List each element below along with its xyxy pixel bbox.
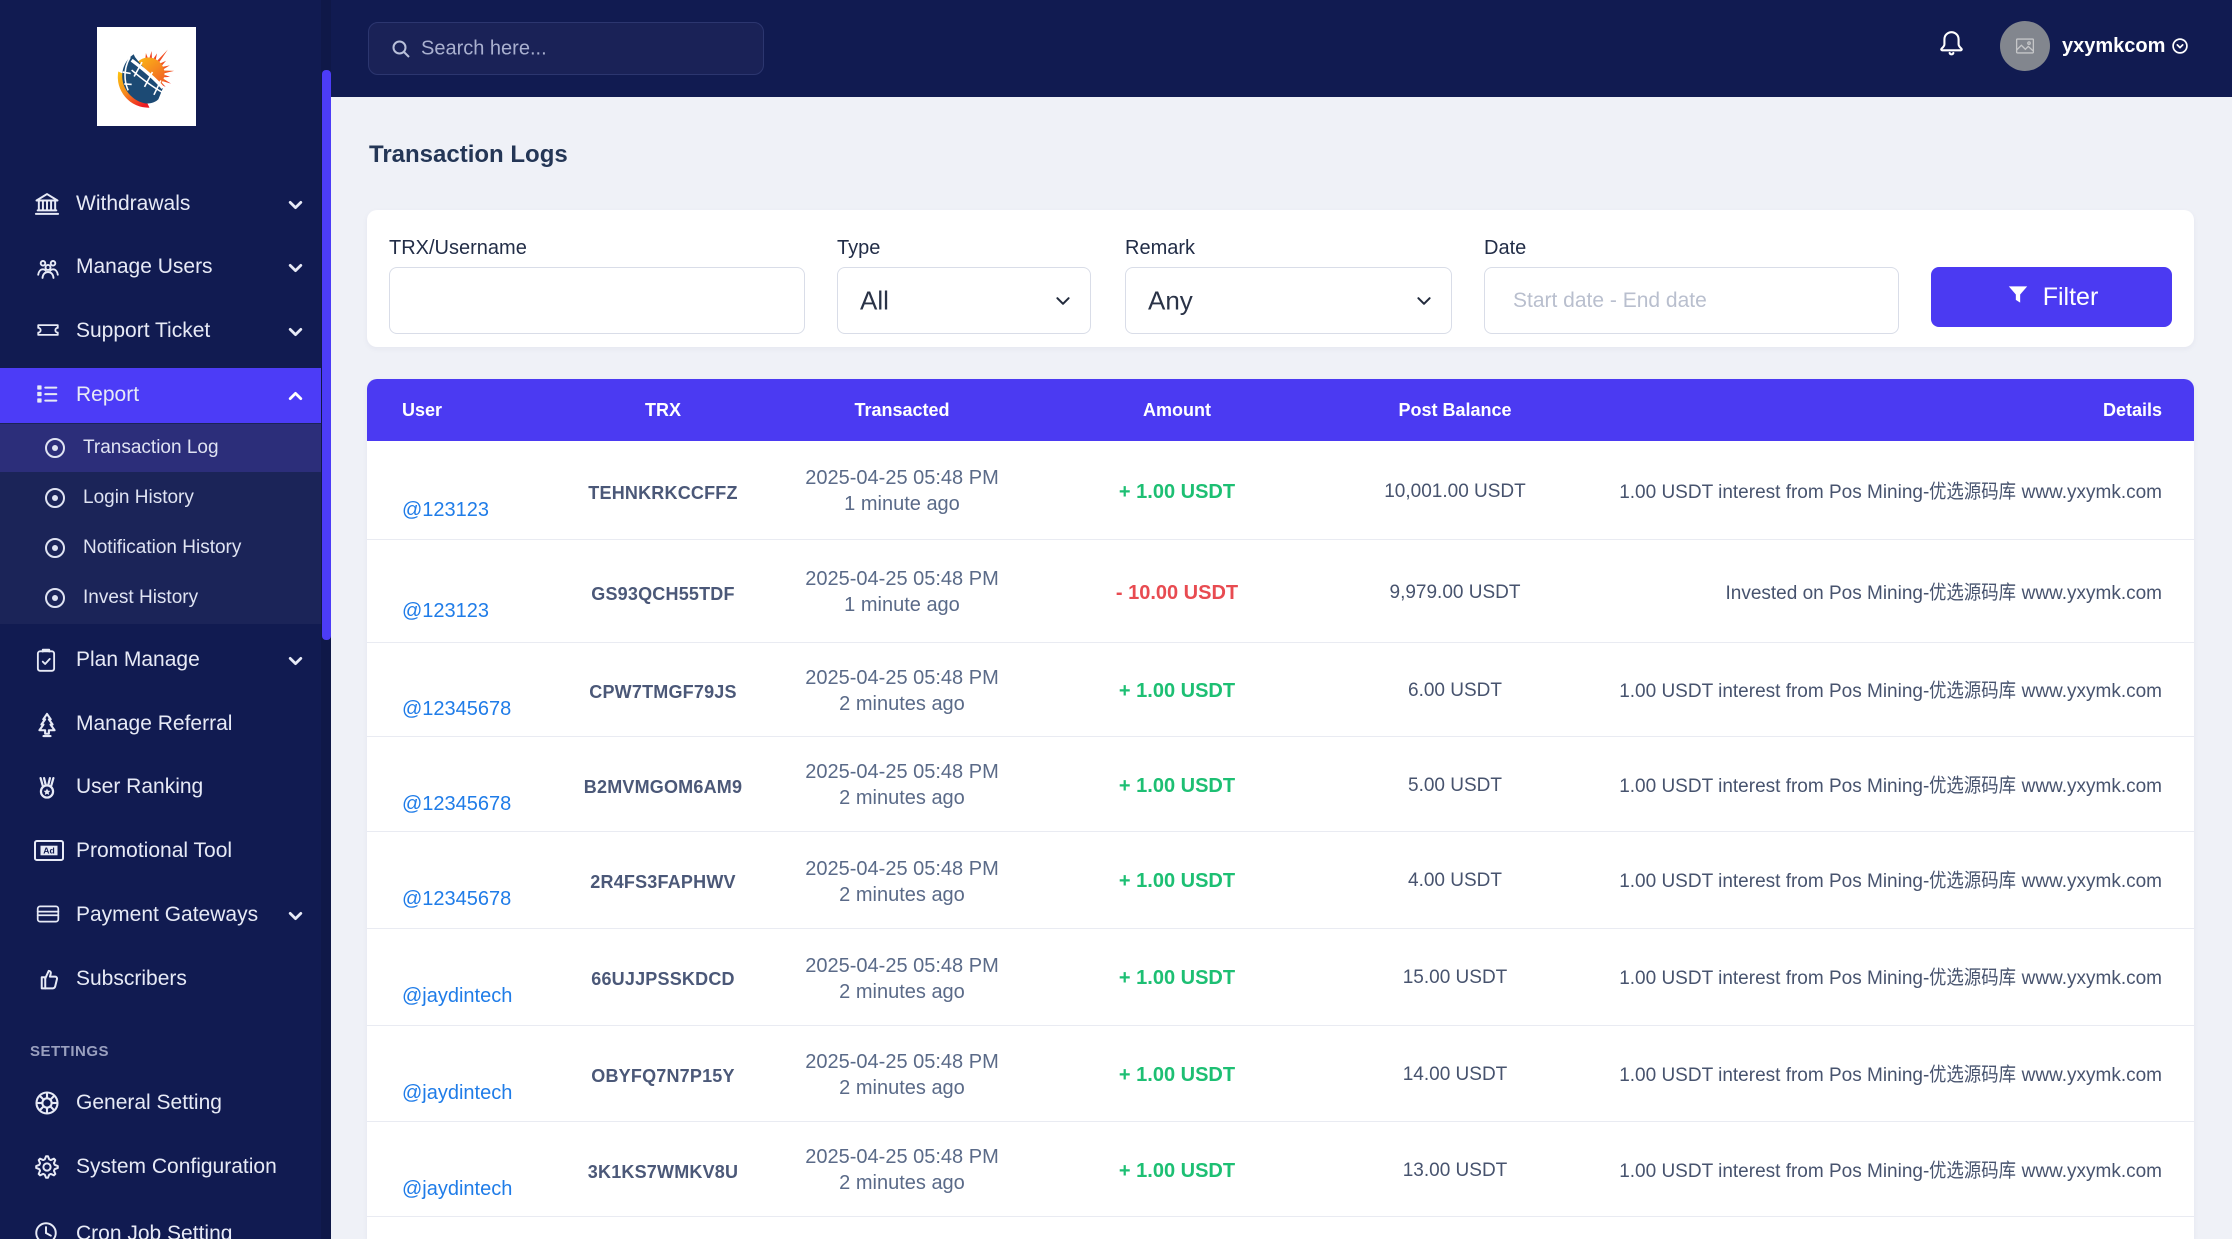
svg-text:Ad: Ad	[43, 846, 54, 856]
